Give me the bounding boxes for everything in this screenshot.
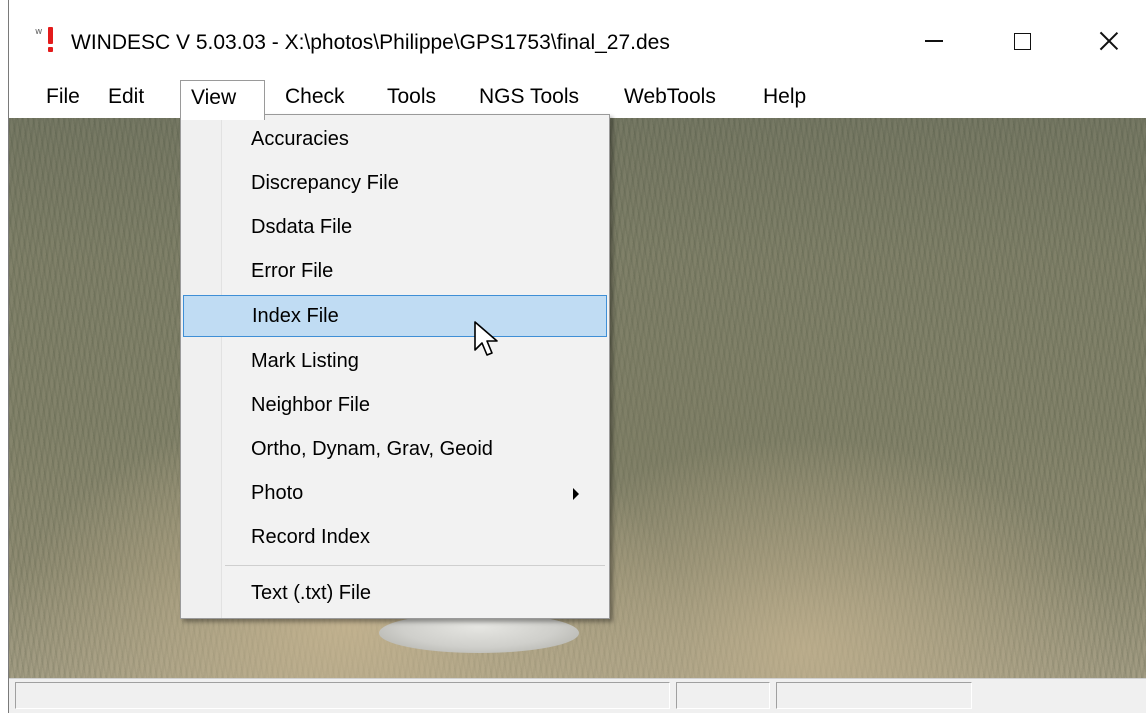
menu-item-error-file[interactable]: Error File	[183, 250, 607, 292]
menu-item-ortho-dynam-grav-geoid[interactable]: Ortho, Dynam, Grav, Geoid	[183, 428, 607, 470]
menu-help[interactable]: Help	[753, 80, 816, 114]
menu-ngs-tools[interactable]: NGS Tools	[469, 80, 589, 114]
menu-item-photo-label: Photo	[251, 482, 304, 504]
view-menu-dropdown: Accuracies Discrepancy File Dsdata File …	[180, 114, 610, 619]
maximize-button[interactable]	[992, 18, 1052, 64]
menu-item-dsdata-file[interactable]: Dsdata File	[183, 206, 607, 248]
menu-check[interactable]: Check	[275, 80, 355, 114]
mouse-pointer-icon	[474, 321, 498, 356]
status-pane-2	[676, 682, 770, 709]
window-title: WINDESC V 5.03.03 - X:\photos\Philippe\G…	[71, 31, 670, 54]
minimize-button[interactable]	[904, 18, 964, 64]
menu-item-mark-listing[interactable]: Mark Listing	[183, 340, 607, 382]
menu-item-discrepancy-file[interactable]: Discrepancy File	[183, 162, 607, 204]
close-button[interactable]	[1079, 18, 1139, 64]
menu-tools[interactable]: Tools	[377, 80, 446, 114]
close-icon	[1099, 31, 1119, 51]
menu-item-photo[interactable]: Photo	[183, 472, 607, 514]
maximize-icon	[1013, 32, 1031, 50]
survey-monument	[379, 613, 579, 653]
menu-separator	[225, 565, 605, 566]
status-pane-main	[15, 682, 670, 709]
submenu-arrow-icon	[573, 488, 579, 500]
exclamation-dot	[48, 47, 53, 52]
menu-edit[interactable]: Edit	[98, 80, 154, 114]
menu-webtools[interactable]: WebTools	[614, 80, 726, 114]
menu-item-neighbor-file[interactable]: Neighbor File	[183, 384, 607, 426]
menu-item-index-file[interactable]: Index File	[183, 295, 607, 337]
windesc-app-icon[interactable]: w	[35, 25, 63, 55]
menu-bar: File Edit View Check Tools NGS Tools Web…	[9, 76, 1146, 120]
app-window: w WINDESC V 5.03.03 - X:\photos\Philippe…	[8, 0, 1146, 713]
menu-file[interactable]: File	[36, 80, 90, 114]
minimize-icon	[925, 40, 943, 42]
status-bar	[9, 678, 1146, 713]
status-pane-3	[776, 682, 972, 709]
title-bar[interactable]: w WINDESC V 5.03.03 - X:\photos\Philippe…	[9, 0, 1146, 76]
menu-view[interactable]: View	[180, 80, 265, 120]
menu-item-accuracies[interactable]: Accuracies	[183, 118, 607, 160]
exclamation-bar	[48, 27, 53, 44]
menu-item-record-index[interactable]: Record Index	[183, 516, 607, 558]
menu-item-text-file[interactable]: Text (.txt) File	[183, 572, 607, 614]
app-icon-label: w	[35, 27, 43, 37]
